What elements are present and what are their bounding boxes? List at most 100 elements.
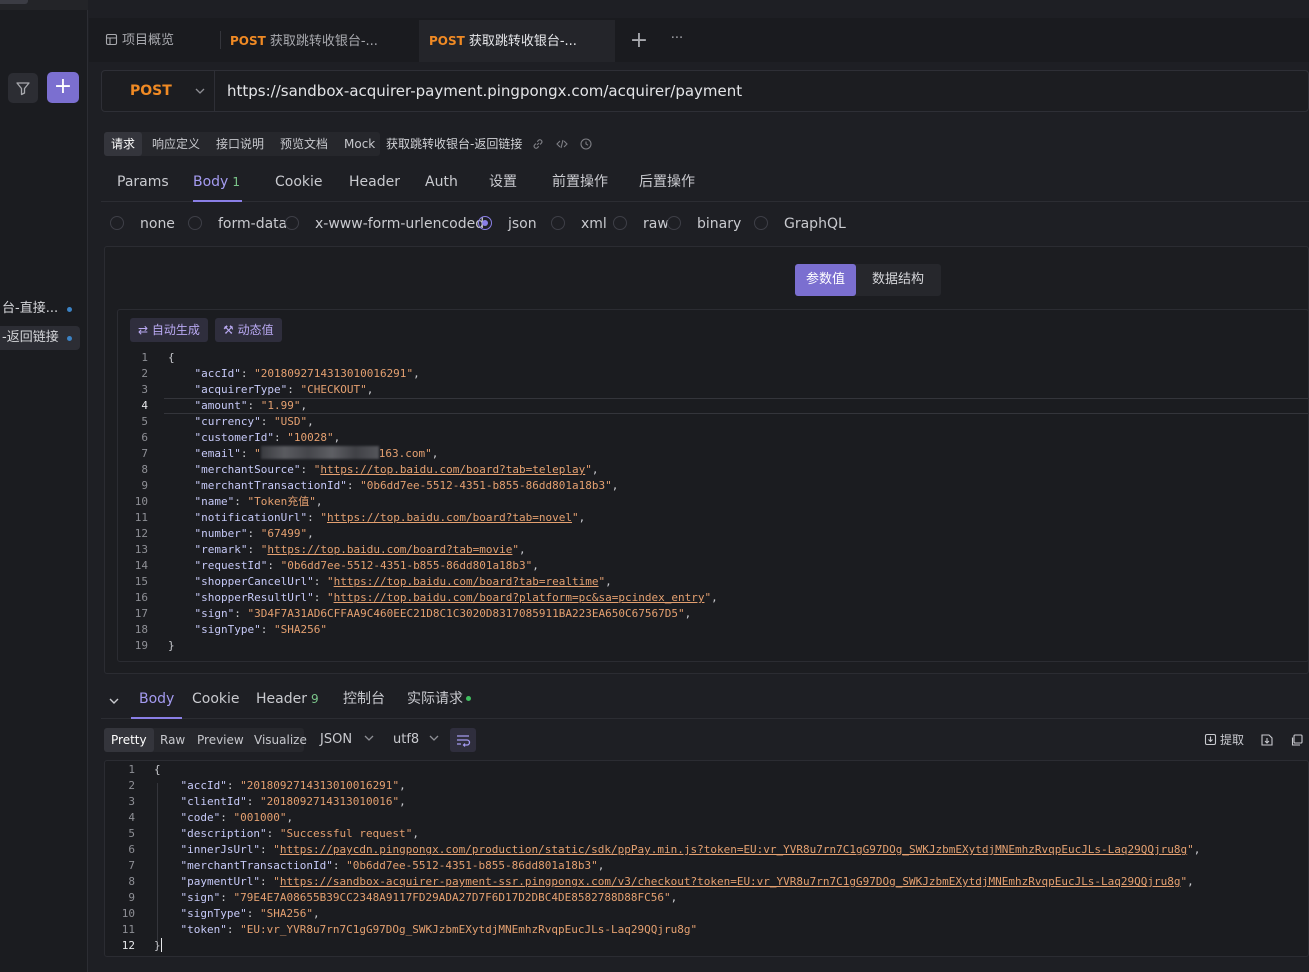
extract-icon [1204,733,1217,746]
overview-icon [105,33,118,46]
code-line: "code": "001000", [180,811,294,824]
tab-pre-processors[interactable]: 前置操作 [552,164,608,202]
response-editor[interactable]: 1{2 "accId": "2018092714313010016291", 3 … [104,760,1309,957]
line-number: 10 [121,907,135,920]
radio-label: binary [697,216,742,232]
radio-form-data[interactable]: form-data [188,212,287,236]
tab-divider [220,31,221,49]
tab-label: 获取跳转收银台-... [468,34,577,49]
format-select[interactable]: JSON [320,728,376,752]
line-number: 9 [128,891,135,904]
request-editor[interactable]: ⇄ 自动生成 ⚒ 动态值 1 {2 "accId": "2018092714313… [117,309,1309,662]
extract-button[interactable]: 提取 [1204,728,1244,752]
sidebar-item[interactable]: 台-直接... [0,297,80,321]
line-number: 11 [121,923,135,936]
code-icon[interactable] [555,137,569,151]
collapse-chevron-icon[interactable] [107,694,121,708]
view-preview[interactable]: Preview [190,728,251,752]
line-number: 19 [134,639,148,652]
radio-graphql[interactable]: GraphQL [754,212,846,236]
auto-generate-label: 自动生成 [151,323,200,337]
subtab-preview-doc[interactable]: 预览文档 [273,132,335,156]
tab-method: POST [230,34,266,48]
line-number: 5 [128,827,135,840]
resp-tab-cookie[interactable]: Cookie [192,684,240,719]
radio-json[interactable]: json [478,212,537,236]
sidebar-item-label: -返回链接 [2,330,59,345]
view-visualize[interactable]: Visualize [247,728,314,752]
dynamic-value-button[interactable]: ⚒ 动态值 [215,318,282,342]
history-icon[interactable] [579,137,593,151]
code-line: "requestId": "0b6dd7ee-5512-4351-b855-86… [194,559,539,572]
add-button[interactable]: + [47,72,79,103]
method-select[interactable]: POST [102,71,215,111]
code-line: "paymentUrl": "https://sandbox-acquirer-… [180,875,1194,888]
filter-icon [16,82,30,96]
tab-cookie[interactable]: Cookie [275,164,323,202]
tab-header[interactable]: Header [349,164,400,202]
extract-label: 提取 [1220,733,1245,747]
sidebar-handle[interactable] [0,0,28,4]
radio-raw[interactable]: raw [613,212,669,236]
auto-generate-button[interactable]: ⇄ 自动生成 [130,318,208,342]
tab-body[interactable]: Body 1 [193,164,242,202]
resp-tab-actual-request[interactable]: 实际请求 [407,684,471,719]
download-icon[interactable] [1260,733,1274,747]
code-line: "remark": "https://top.baidu.com/board?t… [194,543,526,556]
tab-method: POST [429,34,465,48]
wrap-icon [457,735,471,747]
encoding-select[interactable]: utf8 [393,728,441,752]
code-line: "number": "67499", [194,527,314,540]
line-number: 16 [134,591,148,604]
tab-label: 获取跳转收银台-... [269,34,378,49]
link-icon[interactable] [531,137,545,151]
line-number: 14 [134,559,148,572]
wrap-lines-button[interactable] [450,728,476,752]
radio-binary[interactable]: binary [667,212,741,236]
radio-x-www-form-urlencoded[interactable]: x-www-form-urlencoded [285,212,484,236]
code-line: "merchantTransactionId": "0b6dd7ee-5512-… [194,479,619,492]
subtab-request[interactable]: 请求 [104,132,143,156]
status-dot [466,696,471,701]
tab-project-overview[interactable]: 项目概览 [105,20,217,62]
resp-tab-header-label: Header [256,691,307,707]
resp-tab-console[interactable]: 控制台 [343,684,385,719]
request-name[interactable]: 获取跳转收银台-返回链接 [386,132,522,156]
resp-tab-header[interactable]: Header 9 [256,684,319,719]
code-line: "description": "Successful request", [180,827,419,840]
radio-label: xml [581,216,607,232]
tab-request-1[interactable]: POST 获取跳转收银台-... [230,20,410,62]
radio-circle [613,216,627,230]
toggle-data-structure[interactable]: 数据结构 [861,264,935,296]
tab-badge: 1 [232,175,240,189]
tab-request-2-active[interactable]: POST 获取跳转收银台-... [419,20,615,62]
subtab-response-definition[interactable]: 响应定义 [145,132,207,156]
code-line: "currency": "USD", [194,415,314,428]
tab-post-processors[interactable]: 后置操作 [639,164,695,202]
line-number: 7 [128,859,135,872]
add-tab-button[interactable]: + [627,20,651,62]
more-tabs-button[interactable]: ··· [665,20,689,62]
dynamic-value-label: 动态值 [237,323,274,337]
subtab-mock[interactable]: Mock [337,132,382,156]
filter-button[interactable] [8,73,38,103]
view-pretty[interactable]: Pretty [104,728,154,752]
status-dot [67,336,72,341]
tab-auth[interactable]: Auth [425,164,458,202]
tab-params[interactable]: Params [117,164,169,202]
subtab-api-description[interactable]: 接口说明 [209,132,271,156]
radio-xml[interactable]: xml [551,212,607,236]
view-raw[interactable]: Raw [153,728,192,752]
copy-icon[interactable] [1290,733,1304,747]
line-number: 9 [141,479,148,492]
url-input[interactable] [227,71,1287,111]
radio-none[interactable]: none [110,212,175,236]
line-number: 2 [141,367,148,380]
sidebar-item-active[interactable]: -返回链接 [0,326,80,350]
tab-settings[interactable]: 设置 [489,164,517,202]
line-number: 13 [134,543,148,556]
resp-tab-body[interactable]: Body [131,684,183,719]
toggle-param-values[interactable]: 参数值 [795,264,857,296]
radio-label: json [508,216,537,232]
code-line: "token": "EU:vr_YVR8u7rn7C1gG97DOg_SWKJz… [180,923,698,936]
